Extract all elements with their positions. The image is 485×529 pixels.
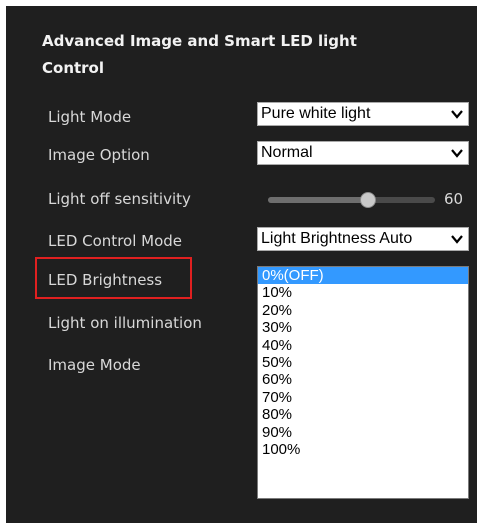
led-control-mode-select[interactable]: Light Brightness Auto xyxy=(257,227,469,251)
image-mode-label: Image Mode xyxy=(48,356,141,374)
brightness-option[interactable]: 70% xyxy=(258,389,468,406)
light-off-sensitivity-value: 60 xyxy=(444,190,464,208)
light-off-sensitivity-label: Light off sensitivity xyxy=(48,190,191,208)
light-on-illumination-label: Light on illumination xyxy=(48,314,202,332)
brightness-option[interactable]: 30% xyxy=(258,319,468,336)
chevron-down-icon xyxy=(451,235,463,244)
light-mode-value: Pure white light xyxy=(261,105,371,122)
brightness-option[interactable]: 20% xyxy=(258,302,468,319)
brightness-option[interactable]: 60% xyxy=(258,371,468,388)
led-control-mode-value: Light Brightness Auto xyxy=(261,230,413,247)
led-brightness-dropdown-list[interactable]: 0%(OFF) 10% 20% 30% 40% 50% 60% 70% 80% 90% 100% xyxy=(257,266,469,499)
brightness-option[interactable]: 50% xyxy=(258,354,468,371)
light-off-sensitivity-slider[interactable] xyxy=(268,192,435,208)
slider-fill xyxy=(268,197,369,203)
brightness-option[interactable]: 100% xyxy=(258,441,468,458)
image-option-value: Normal xyxy=(261,144,313,161)
light-mode-label: Light Mode xyxy=(48,108,132,126)
image-option-select[interactable]: Normal xyxy=(257,141,469,165)
led-control-mode-label: LED Control Mode xyxy=(48,232,183,250)
brightness-option[interactable]: 10% xyxy=(258,284,468,301)
section-title: Advanced Image and Smart LED light Contr… xyxy=(42,32,357,77)
brightness-option[interactable]: 40% xyxy=(258,337,468,354)
image-option-label: Image Option xyxy=(48,146,150,164)
chevron-down-icon xyxy=(451,149,463,158)
chevron-down-icon xyxy=(451,110,463,119)
light-mode-select[interactable]: Pure white light xyxy=(257,102,469,126)
brightness-option[interactable]: 90% xyxy=(258,424,468,441)
brightness-option[interactable]: 0%(OFF) xyxy=(258,267,468,285)
brightness-option[interactable]: 80% xyxy=(258,406,468,423)
led-brightness-label: LED Brightness xyxy=(48,271,163,289)
